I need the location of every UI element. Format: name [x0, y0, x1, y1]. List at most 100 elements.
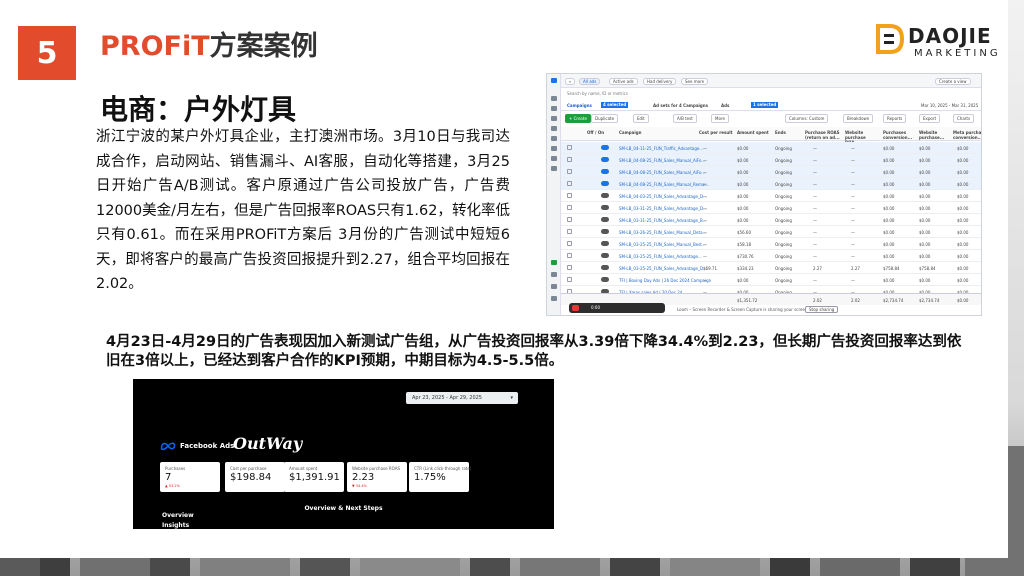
sidebar-nav-icon[interactable]	[551, 146, 557, 151]
table-row[interactable]: SM-LB_03-26-25_FUN_Sales_Manual_Deta... —…	[561, 226, 981, 238]
columns-button[interactable]: Columns: Custom	[785, 114, 829, 123]
sidebar-nav-icon[interactable]	[551, 136, 557, 141]
tab-ads[interactable]: Ads	[721, 101, 729, 110]
report-date-range[interactable]: Apr 23, 2025 - Apr 29, 2025 ▾	[406, 392, 518, 404]
create-view-button[interactable]: Create a view	[935, 78, 971, 85]
campaign-name-link[interactable]: SM-LB_03-26-25_FUN_Sales_Manual_Deta...	[619, 230, 706, 235]
row-checkbox[interactable]	[567, 229, 572, 234]
kpi-label: Amount spent	[289, 466, 318, 471]
chevron-down-icon: ▾	[510, 395, 513, 401]
campaign-name-link[interactable]: SM-LB_04-11-25_FUN_Traffic_Advantage...	[619, 146, 703, 151]
filter-chip-all-ads[interactable]: All ads	[579, 78, 601, 85]
campaign-toggle[interactable]	[601, 277, 609, 282]
sidebar-nav-icon[interactable]	[551, 156, 557, 161]
date-range-picker[interactable]: Mar 10, 2025 - Mar 31, 2025	[921, 101, 978, 110]
reports-button[interactable]: Reports	[883, 114, 907, 123]
table-row[interactable]: TFI | Boxing Day Ads | 26 Dec 2024 Campa…	[561, 274, 981, 286]
report-nav-overview[interactable]: Overview	[162, 512, 194, 519]
table-row[interactable]: SM-LB_04-03-25_FUN_Sales_Advantage_D... —…	[561, 190, 981, 202]
row-checkbox[interactable]	[567, 277, 572, 282]
campaign-name-link[interactable]: SM-LB_03-31-25_FUN_Sales_Advantage_D...	[619, 206, 707, 211]
row-checkbox[interactable]	[567, 253, 572, 258]
table-row[interactable]: SM-LB_03-25-25_FUN_Sales_Advantage_D... $…	[561, 262, 981, 274]
tab-ad-sets[interactable]: Ad sets for 4 Campaigns	[653, 101, 708, 110]
campaign-name-link[interactable]: SM-LB_04-08-25_FUN_Sales_Manual_AiFo...	[619, 170, 705, 175]
col-website-purchase[interactable]: Website purchase...	[919, 130, 949, 140]
tab-campaigns[interactable]: Campaigns	[567, 101, 592, 110]
meta-home-icon[interactable]	[551, 78, 557, 83]
table-row[interactable]: SM-LB_04-11-25_FUN_Traffic_Advantage... —…	[561, 142, 981, 154]
charts-button[interactable]: Charts	[953, 114, 975, 123]
table-cell-wroas: —	[851, 194, 855, 199]
campaign-name-link[interactable]: SM-LB_04-08-25_FUN_Sales_Manual_AiFo...	[619, 158, 705, 163]
sidebar-nav-icon[interactable]	[551, 166, 557, 171]
row-checkbox[interactable]	[567, 169, 572, 174]
sidebar-nav-icon[interactable]	[551, 272, 557, 277]
record-stop-icon[interactable]	[572, 305, 579, 311]
campaign-toggle[interactable]	[601, 169, 609, 174]
campaign-toggle[interactable]	[601, 181, 609, 186]
table-row[interactable]: SM-LB_03-25-25_FUN_Sales_Manual_Best... —…	[561, 238, 981, 250]
campaign-toggle[interactable]	[601, 205, 609, 210]
row-checkbox[interactable]	[567, 145, 572, 150]
row-checkbox[interactable]	[567, 205, 572, 210]
col-ends[interactable]: Ends	[775, 130, 786, 135]
report-nav-insights[interactable]: Insights	[162, 522, 189, 529]
row-checkbox[interactable]	[567, 193, 572, 198]
table-row[interactable]: SM-LB_03-31-25_FUN_Sales_Advantage_B... —…	[561, 214, 981, 226]
campaign-toggle[interactable]	[601, 193, 609, 198]
col-campaign[interactable]: Campaign	[619, 130, 641, 135]
duplicate-button[interactable]: Duplicate	[591, 114, 619, 123]
filter-chip-active-ads[interactable]: Active ads	[609, 78, 638, 85]
table-row[interactable]: SM-LB_04-08-25_FUN_Sales_Manual_AiFo... —…	[561, 154, 981, 166]
table-row[interactable]: SM-LB_03-25-25_FUN_Sales_Advantage... — $7…	[561, 250, 981, 262]
col-meta-purchase[interactable]: Meta purchase conversion...	[953, 130, 981, 140]
edit-button[interactable]: Edit	[633, 114, 649, 123]
sidebar-nav-icon[interactable]	[551, 116, 557, 121]
col-purchase-roas[interactable]: Purchase ROAS (return on ad...	[805, 130, 841, 140]
col-cost-per-result[interactable]: Cost per result	[699, 130, 733, 135]
table-row[interactable]: SM-LB_03-31-25_FUN_Sales_Advantage_D... —…	[561, 202, 981, 214]
campaign-name-link[interactable]: SM-LB_03-31-25_FUN_Sales_Advantage_B...	[619, 218, 707, 223]
row-checkbox[interactable]	[567, 241, 572, 246]
table-row[interactable]: SM-LB_04-08-25_FUN_Sales_Manual_Remar...…	[561, 178, 981, 190]
campaign-toggle[interactable]	[601, 241, 609, 246]
row-checkbox[interactable]	[567, 181, 572, 186]
campaign-name-link[interactable]: SM-LB_04-03-25_FUN_Sales_Advantage_D...	[619, 194, 707, 199]
campaign-name-link[interactable]: SM-LB_03-25-25_FUN_Sales_Advantage...	[619, 254, 702, 259]
col-amount-spent[interactable]: Amount spent	[737, 130, 769, 135]
sidebar-nav-icon[interactable]	[551, 106, 557, 111]
breakdown-button[interactable]: Breakdown	[843, 114, 874, 123]
ads-search-input[interactable]: Search by name, ID or metrics	[567, 91, 628, 96]
campaign-toggle[interactable]	[601, 265, 609, 270]
campaign-toggle[interactable]	[601, 253, 609, 258]
campaign-toggle[interactable]	[601, 157, 609, 162]
stop-sharing-button[interactable]: Stop sharing	[805, 306, 839, 313]
more-button[interactable]: More	[711, 114, 729, 123]
filter-chip-had-delivery[interactable]: Had delivery	[643, 78, 677, 85]
campaign-name-link[interactable]: SM-LB_03-25-25_FUN_Sales_Advantage_D...	[619, 266, 707, 271]
campaign-name-link[interactable]: SM-LB_03-25-25_FUN_Sales_Manual_Best...	[619, 242, 706, 247]
campaign-toggle[interactable]	[601, 229, 609, 234]
create-button[interactable]: + Create	[565, 114, 591, 123]
campaign-toggle[interactable]	[601, 217, 609, 222]
search-icon[interactable]: ⌕	[565, 78, 575, 85]
col-purchases-conversion[interactable]: Purchases conversion...	[883, 130, 917, 140]
row-checkbox[interactable]	[567, 265, 572, 270]
filter-chip-see-more[interactable]: See more	[681, 78, 709, 85]
campaign-name-link[interactable]: TFI | Boxing Day Ads | 26 Dec 2024 Campa…	[619, 278, 711, 283]
sidebar-nav-icon[interactable]	[551, 284, 557, 289]
sidebar-nav-icon[interactable]	[551, 260, 557, 265]
table-row[interactable]: SM-LB_04-08-25_FUN_Sales_Manual_AiFo... —…	[561, 166, 981, 178]
campaign-name-link[interactable]: SM-LB_04-08-25_FUN_Sales_Manual_Remar...	[619, 182, 709, 187]
row-checkbox[interactable]	[567, 217, 572, 222]
campaign-toggle[interactable]	[601, 145, 609, 150]
ab-test-button[interactable]: A/B test	[673, 114, 697, 123]
sidebar-nav-icon[interactable]	[551, 126, 557, 131]
row-checkbox[interactable]	[567, 157, 572, 162]
sidebar-nav-icon[interactable]	[551, 96, 557, 101]
export-button[interactable]: Export	[919, 114, 941, 123]
col-off-on[interactable]: Off / On	[587, 130, 604, 135]
table-cell-conv: $0.00	[883, 170, 895, 175]
sidebar-nav-icon[interactable]	[551, 296, 557, 301]
